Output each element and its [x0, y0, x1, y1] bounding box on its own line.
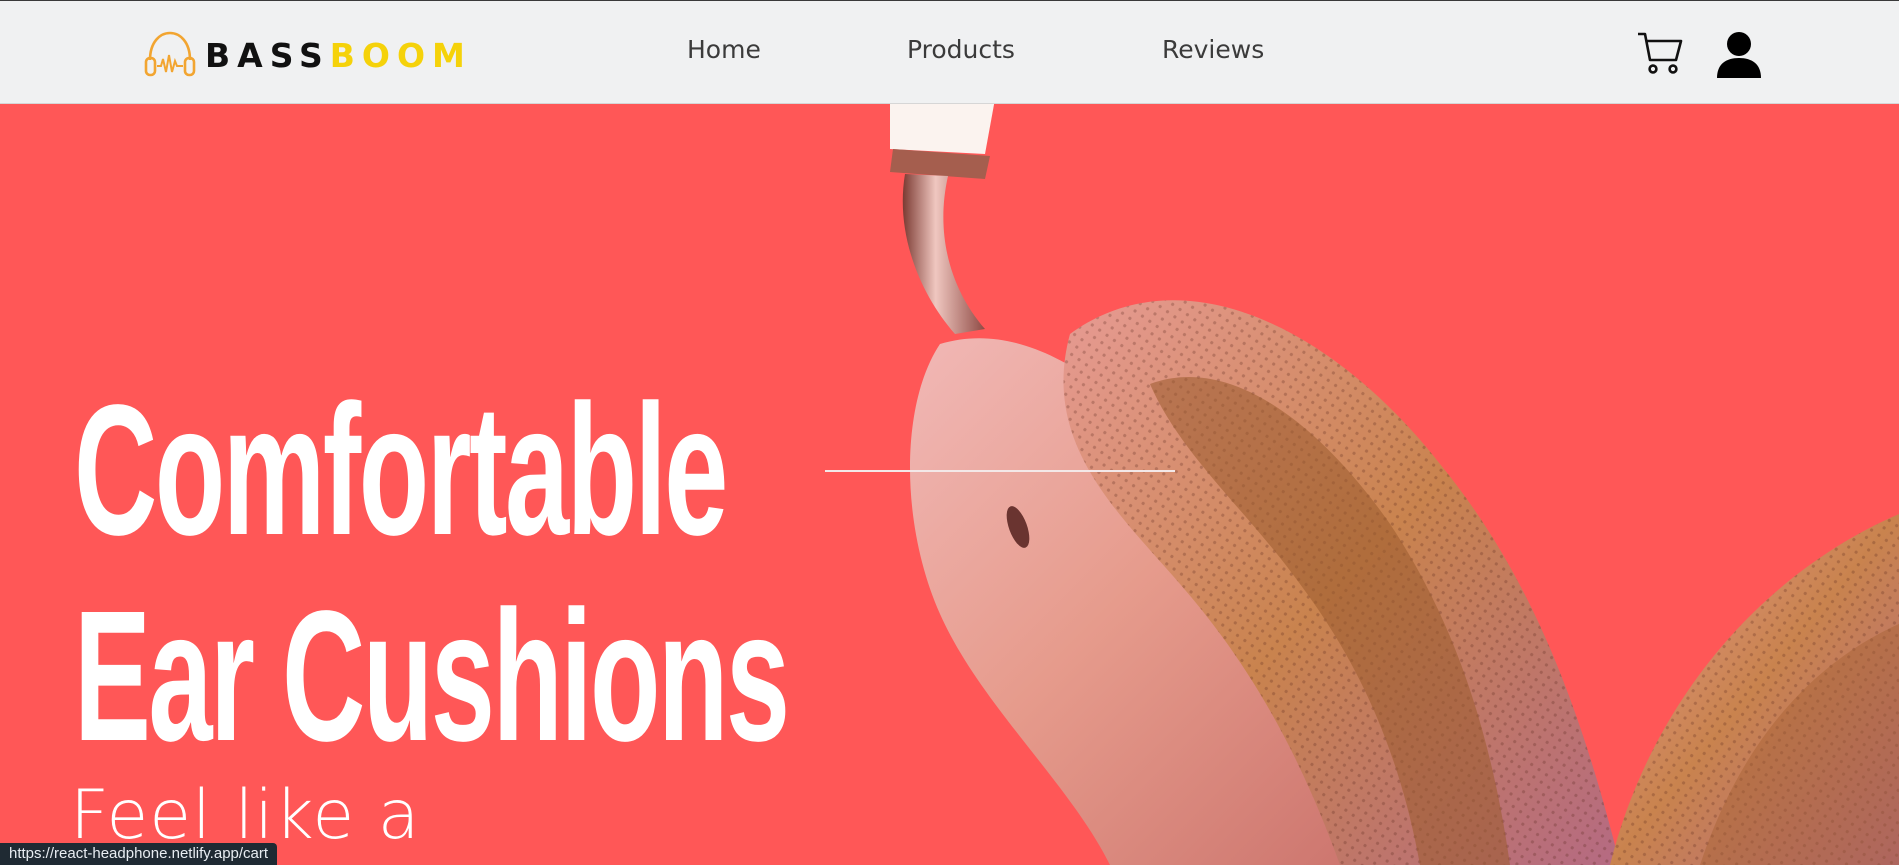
user-icon	[1717, 32, 1761, 78]
nav-link-products[interactable]: Products	[907, 35, 1015, 64]
brand-name: BASSBOOM	[205, 36, 472, 75]
cart-button[interactable]	[1636, 29, 1684, 77]
headphone-logo-icon	[144, 31, 196, 77]
nav-link-reviews[interactable]: Reviews	[1162, 35, 1264, 64]
nav-link-home[interactable]: Home	[687, 35, 761, 64]
navbar: BASSBOOM Home Products Reviews	[0, 0, 1899, 104]
cart-icon	[1638, 32, 1683, 74]
brand-name-part1: BASS	[205, 35, 330, 75]
brand-name-part2: BOOM	[329, 35, 472, 75]
hero-headline-line1: Comfortable	[74, 367, 728, 574]
browser-status-url: https://react-headphone.netlify.app/cart	[0, 843, 278, 865]
hero-banner: Comfortable Ear Cushions Feel like a	[0, 104, 1899, 865]
hero-headline: Comfortable Ear Cushions	[74, 367, 790, 780]
user-account-button[interactable]	[1716, 31, 1762, 79]
headline-divider	[825, 470, 1175, 472]
hero-headline-line2: Ear Cushions	[74, 573, 790, 780]
brand-logo[interactable]: BASSBOOM	[143, 27, 472, 83]
